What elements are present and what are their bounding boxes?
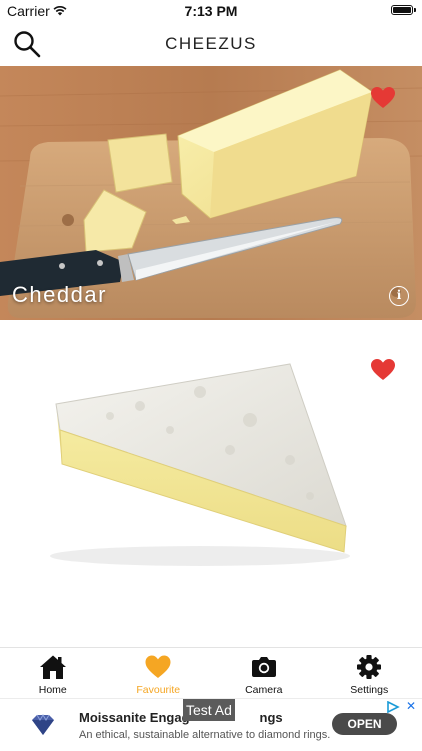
gear-icon xyxy=(355,654,383,680)
ad-banner[interactable]: Moissanite Engagngs An ethical, sustaina… xyxy=(0,698,422,751)
camera-icon xyxy=(250,654,278,680)
heart-icon xyxy=(144,654,172,680)
ad-open-button[interactable]: OPEN xyxy=(332,713,397,735)
tab-label-home: Home xyxy=(0,684,106,696)
diamond-logo-icon xyxy=(30,713,56,737)
ad-headline: Moissanite Engagngs xyxy=(79,710,283,725)
tab-camera[interactable]: Camera xyxy=(211,648,317,699)
test-ad-label: Test Ad xyxy=(183,699,235,721)
cheese-card-cheddar[interactable]: Cheddar i xyxy=(0,66,422,320)
tab-label-favourite: Favourite xyxy=(106,684,212,696)
ad-body-text: An ethical, sustainable alternative to d… xyxy=(79,729,330,741)
status-time: 7:13 PM xyxy=(0,3,422,19)
brie-image xyxy=(0,320,422,647)
status-bar: Carrier 7:13 PM xyxy=(0,0,422,22)
info-icon[interactable]: i xyxy=(389,286,409,306)
tab-label-settings: Settings xyxy=(317,684,422,696)
cheese-name: Cheddar xyxy=(12,282,107,308)
tab-favourite[interactable]: Favourite xyxy=(106,648,212,699)
tab-bar: Home Favourite Camera xyxy=(0,647,422,699)
favourite-heart-icon[interactable] xyxy=(370,358,396,382)
tab-settings[interactable]: Settings xyxy=(317,648,422,699)
navigation-bar: CHEEZUS xyxy=(0,22,422,66)
tab-home[interactable]: Home xyxy=(0,648,106,699)
ad-choices-icon[interactable] xyxy=(386,701,400,713)
favourite-heart-icon[interactable] xyxy=(370,86,396,110)
home-icon xyxy=(39,654,67,680)
battery-icon xyxy=(391,5,413,15)
app-title: CHEEZUS xyxy=(0,34,422,54)
ad-close-icon[interactable]: ✕ xyxy=(406,701,416,711)
cheese-card-brie[interactable] xyxy=(0,320,422,647)
tab-label-camera: Camera xyxy=(211,684,317,696)
